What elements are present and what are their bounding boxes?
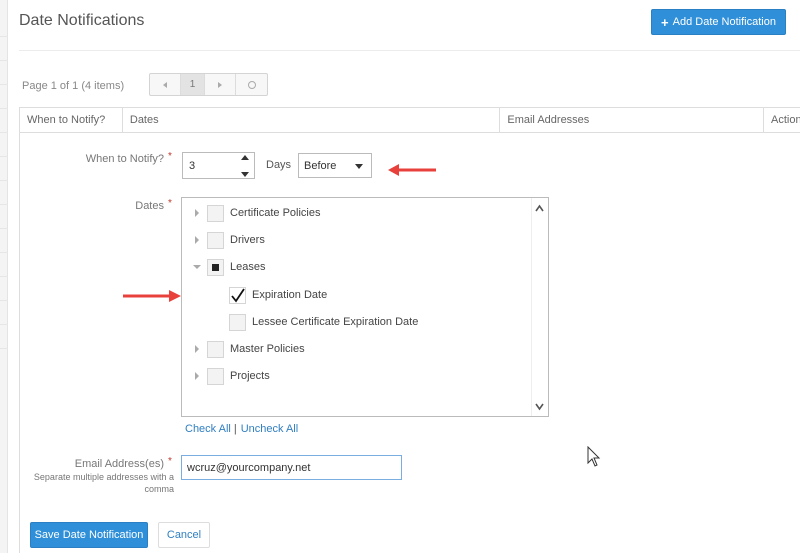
caret-down-icon[interactable] (241, 172, 249, 177)
page-number-button[interactable]: 1 (181, 74, 205, 95)
red-arrow-right-icon (123, 290, 181, 302)
triangle-left-icon (163, 81, 167, 88)
timing-select[interactable]: Before (298, 153, 372, 178)
tree-node-label: Projects (230, 370, 270, 382)
triangle-right-icon (218, 81, 222, 88)
add-date-notification-button[interactable]: + Add Date Notification (651, 9, 786, 35)
plus-icon: + (661, 14, 669, 30)
title-divider (19, 50, 800, 51)
tree-checkbox[interactable] (207, 204, 224, 222)
chevron-up-icon[interactable] (535, 204, 544, 213)
email-input[interactable]: wcruz@yourcompany.net (181, 455, 402, 480)
uncheck-all-link[interactable]: Uncheck All (241, 423, 298, 435)
column-header-when[interactable]: When to Notify? (20, 108, 123, 132)
tree-checkbox-partial[interactable] (207, 258, 224, 276)
check-all-link[interactable]: Check All (185, 423, 231, 435)
column-header-dates[interactable]: Dates (123, 108, 501, 132)
tree-node-expiration-date[interactable]: Expiration Date (224, 285, 327, 305)
cancel-button[interactable]: Cancel (158, 522, 210, 548)
tree-node-label: Drivers (230, 234, 265, 246)
tree-checkbox[interactable] (207, 367, 224, 385)
tree-checkbox[interactable] (229, 313, 246, 331)
tree-checkbox[interactable] (207, 231, 224, 249)
column-header-actions[interactable]: Actions (764, 108, 800, 132)
triangle-right-icon[interactable] (192, 209, 202, 217)
column-header-email[interactable]: Email Addresses (500, 108, 765, 132)
tree-node-label: Expiration Date (252, 289, 328, 301)
mouse-cursor-icon (587, 446, 601, 467)
when-to-notify-stepper[interactable]: 3 (182, 152, 255, 179)
caret-up-icon[interactable] (241, 155, 249, 160)
timing-select-value: Before (304, 160, 337, 172)
checkmark-icon (231, 288, 245, 303)
email-label: Email Address(es) (74, 458, 164, 470)
tree-checkbox[interactable] (207, 340, 224, 358)
triangle-down-icon[interactable] (192, 265, 202, 269)
save-date-notification-button[interactable]: Save Date Notification (30, 522, 148, 548)
caret-down-icon (355, 164, 363, 169)
pager: 1 (149, 73, 268, 96)
triangle-right-icon[interactable] (192, 236, 202, 244)
tree-node-drivers[interactable]: Drivers (192, 230, 265, 250)
required-marker: * (168, 456, 172, 467)
next-page-button[interactable] (205, 74, 236, 95)
refresh-icon (247, 80, 256, 89)
refresh-button[interactable] (236, 74, 267, 95)
tree-node-leases[interactable]: Leases (192, 257, 265, 277)
tree-node-label: Leases (230, 261, 266, 273)
tree-scrollbar[interactable] (531, 198, 548, 416)
tree-checkbox-checked[interactable] (229, 286, 246, 304)
add-date-notification-label: Add Date Notification (672, 16, 776, 28)
check-links: Check All | Uncheck All (185, 423, 299, 435)
required-marker: * (168, 198, 172, 209)
red-arrow-left-icon (388, 164, 436, 176)
left-edge-strip (0, 0, 8, 553)
tree-node-label: Lessee Certificate Expiration Date (252, 316, 419, 328)
dates-tree[interactable]: Certificate Policies Drivers Leases Expi… (181, 197, 549, 417)
tree-node-master-policies[interactable]: Master Policies (192, 339, 305, 359)
dates-label: Dates (135, 200, 164, 212)
chevron-down-icon[interactable] (535, 402, 544, 411)
tree-node-label: Master Policies (230, 343, 305, 355)
tree-node-lessee-certificate-expiration-date[interactable]: Lessee Certificate Expiration Date (224, 312, 418, 332)
grid-header: When to Notify? Dates Email Addresses Ac… (19, 107, 800, 133)
tree-node-projects[interactable]: Projects (192, 366, 270, 386)
when-to-notify-value: 3 (189, 160, 196, 172)
triangle-right-icon[interactable] (192, 345, 202, 353)
tree-node-label: Certificate Policies (230, 207, 321, 219)
prev-page-button[interactable] (150, 74, 181, 95)
email-input-value: wcruz@yourcompany.net (187, 462, 311, 474)
tree-node-certificate-policies[interactable]: Certificate Policies (192, 203, 320, 223)
email-hint: Separate multiple addresses with a comma (33, 472, 174, 494)
when-to-notify-label: When to Notify? (85, 153, 164, 165)
triangle-right-icon[interactable] (192, 372, 202, 380)
page-title: Date Notifications (19, 12, 145, 29)
days-label: Days (266, 159, 292, 171)
pager-summary: Page 1 of 1 (4 items) (22, 80, 125, 92)
required-marker: * (168, 151, 172, 162)
